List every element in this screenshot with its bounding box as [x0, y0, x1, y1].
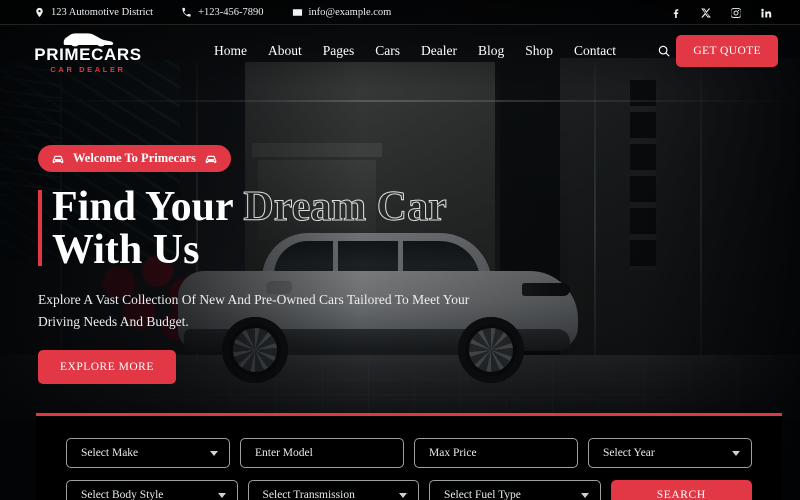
topbar-address-text: 123 Automotive District [51, 7, 154, 18]
hero-subtitle: Explore A Vast Collection Of New And Pre… [38, 291, 470, 329]
search-button[interactable]: SEARCH [610, 480, 752, 500]
search-row-1: Select Make Enter Model Max Price Select… [66, 438, 752, 468]
welcome-badge: Welcome To Primecars [38, 145, 231, 172]
brand-logo[interactable]: PRIMECARS CAR DEALER [34, 28, 142, 74]
explore-more-button[interactable]: EXPLORE MORE [38, 350, 176, 385]
select-transmission-label: Select Transmission [262, 489, 355, 500]
nav-item-shop[interactable]: Shop [525, 43, 553, 59]
top-contact-bar: 123 Automotive District +123-456-7890 in… [0, 0, 800, 25]
chevron-down-icon [580, 493, 589, 498]
location-pin-icon [36, 7, 43, 18]
chevron-down-icon [399, 493, 407, 498]
nav-item-dealer[interactable]: Dealer [421, 43, 457, 59]
instagram-icon[interactable] [730, 7, 742, 19]
topbar-address: 123 Automotive District [34, 7, 153, 18]
enter-model-label: Enter Model [255, 447, 313, 459]
phone-icon [182, 7, 191, 17]
headline-outline: Dream Car [243, 184, 447, 230]
select-make-dropdown[interactable]: Select Make [66, 438, 230, 468]
nav-item-blog[interactable]: Blog [478, 43, 504, 59]
search-row-2: Select Body Style Select Transmission Se… [66, 480, 752, 500]
topbar-phone-text: +123-456-7890 [198, 7, 264, 18]
chevron-down-icon [732, 451, 740, 456]
car-icon [205, 155, 217, 163]
chevron-down-icon [210, 451, 218, 456]
topbar-email-text: info@example.com [308, 7, 392, 18]
envelope-icon [292, 9, 302, 16]
search-icon[interactable] [657, 44, 671, 58]
social-links [670, 7, 780, 19]
headline-solid-2: With Us [52, 226, 200, 273]
x-twitter-icon[interactable] [700, 7, 712, 19]
nav-item-cars[interactable]: Cars [375, 43, 400, 59]
chevron-down-icon [217, 493, 226, 498]
main-navbar: PRIMECARS CAR DEALER Home About Pages Ca… [0, 26, 800, 76]
nav-item-home[interactable]: Home [214, 43, 247, 59]
max-price-label: Max Price [429, 447, 477, 459]
headline-solid-1: Find Your [52, 184, 233, 230]
select-body-style-label: Select Body Style [81, 489, 164, 500]
enter-model-input[interactable]: Enter Model [240, 438, 404, 468]
select-year-label: Select Year [603, 447, 655, 459]
facebook-icon[interactable] [670, 7, 682, 19]
select-year-dropdown[interactable]: Select Year [588, 438, 752, 468]
select-transmission-dropdown[interactable]: Select Transmission [247, 480, 419, 500]
nav-item-contact[interactable]: Contact [574, 43, 616, 59]
max-price-input[interactable]: Max Price [414, 438, 578, 468]
nav-item-about[interactable]: About [268, 43, 302, 59]
select-fuel-type-dropdown[interactable]: Select Fuel Type [429, 480, 601, 500]
brand-name: PRIMECARS [34, 45, 142, 64]
nav-item-pages[interactable]: Pages [323, 43, 355, 59]
page-title: Find Your Dream Car With Us [38, 184, 508, 273]
topbar-phone[interactable]: +123-456-7890 [181, 7, 264, 18]
nav-links: Home About Pages Cars Dealer Blog Shop C… [214, 43, 671, 59]
select-body-style-dropdown[interactable]: Select Body Style [66, 480, 238, 500]
car-icon [52, 155, 64, 163]
get-quote-button[interactable]: GET QUOTE [676, 35, 778, 67]
select-make-label: Select Make [81, 447, 139, 459]
hero-page: 123 Automotive District +123-456-7890 in… [0, 0, 800, 500]
hero-content: Welcome To Primecars Find Your Dream Car… [38, 145, 508, 385]
car-search-panel: Select Make Enter Model Max Price Select… [36, 413, 782, 500]
select-fuel-type-label: Select Fuel Type [444, 489, 521, 500]
linkedin-icon[interactable] [760, 7, 772, 19]
topbar-email[interactable]: info@example.com [292, 7, 392, 18]
welcome-badge-text: Welcome To Primecars [73, 151, 196, 165]
brand-tagline: CAR DEALER [50, 65, 126, 74]
